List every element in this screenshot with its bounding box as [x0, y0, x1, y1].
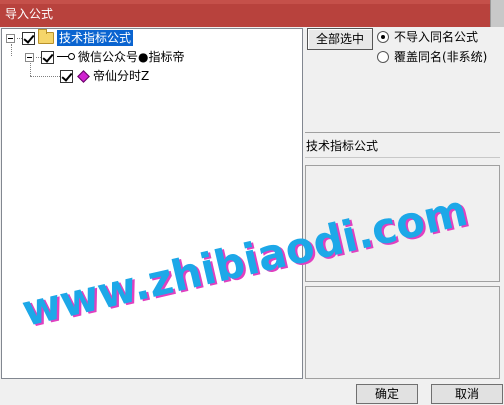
tree-node-root[interactable]: 技术指标公式 — [6, 29, 134, 47]
tree-label-child[interactable]: 微信公众号●指标帝 — [78, 49, 184, 65]
radio-skip-indicator[interactable] — [377, 30, 389, 43]
category-text: 技术指标公式 — [306, 139, 379, 153]
formula-tree[interactable]: 技术指标公式 微信公众号●指标帝 帝仙分时Z — [1, 28, 303, 379]
collapse-toggle-root[interactable] — [6, 33, 15, 43]
formula-diamond-icon — [78, 71, 88, 81]
formula-parameters-box — [305, 286, 500, 379]
radio-skip-duplicates[interactable]: 不导入同名公式 — [377, 28, 478, 45]
category-info: 技术指标公式 — [305, 132, 500, 158]
tree-node-leaf[interactable]: 帝仙分时Z — [30, 67, 149, 85]
cancel-button[interactable]: 取消 — [431, 384, 503, 404]
ok-button[interactable]: 确定 — [356, 384, 418, 404]
window-title: 导入公式 — [5, 7, 54, 21]
tree-label-root[interactable]: 技术指标公式 — [57, 30, 134, 46]
tree-node-child[interactable]: 微信公众号●指标帝 — [25, 48, 184, 66]
radio-overwrite-duplicates[interactable]: 覆盖同名(非系统) — [377, 48, 487, 65]
tree-label-leaf[interactable]: 帝仙分时Z — [93, 68, 149, 84]
formula-description-box — [305, 165, 500, 282]
collapse-toggle-child[interactable] — [25, 52, 34, 62]
options-panel: 全部选中 不导入同名公式 覆盖同名(非系统) 技术指标公式 — [304, 28, 504, 379]
title-bar-strip — [0, 0, 504, 4]
radio-overwrite-label: 覆盖同名(非系统) — [394, 50, 488, 64]
select-all-button[interactable]: 全部选中 — [307, 28, 373, 50]
checkbox-child[interactable] — [41, 50, 54, 64]
tree-line — [30, 75, 60, 77]
checkbox-root[interactable] — [22, 31, 35, 45]
radio-overwrite-indicator[interactable] — [377, 50, 389, 63]
key-icon — [57, 52, 75, 62]
checkbox-leaf[interactable] — [60, 69, 73, 83]
folder-icon — [38, 29, 54, 44]
radio-skip-label: 不导入同名公式 — [394, 30, 479, 44]
title-bar: 导入公式 — [0, 0, 504, 27]
close-button[interactable] — [490, 0, 504, 27]
